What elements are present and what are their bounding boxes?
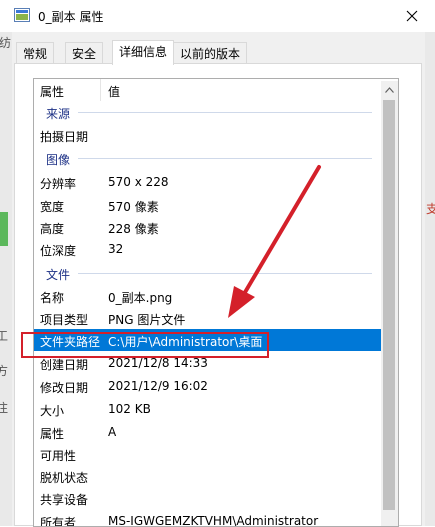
list-item[interactable]: 属性 A (34, 421, 382, 443)
property-name: 创建日期 (40, 358, 89, 372)
list-item[interactable]: 可用性 (34, 443, 382, 465)
property-value: 2021/12/8 14:33 (108, 356, 208, 370)
tab-previous-versions[interactable]: 以前的版本 (173, 42, 248, 64)
list-item[interactable]: 修改日期 2021/12/9 16:02 (34, 375, 382, 397)
property-value: 2021/12/9 16:02 (108, 379, 208, 393)
property-name: 位深度 (40, 244, 77, 258)
property-name: 共享设备 (40, 493, 89, 507)
list-item[interactable]: 拍摄日期 (34, 124, 382, 146)
property-name: 大小 (40, 404, 65, 418)
list-item[interactable]: 项目类型 PNG 图片文件 (34, 307, 382, 329)
background-window-left: 纺 工 方 注 (0, 32, 12, 526)
tab-details[interactable]: 详细信息 (112, 40, 175, 65)
window-title: 0_副本 属性 (38, 10, 104, 24)
list-item[interactable]: 位深度 32 (34, 238, 382, 260)
background-text: 纺 (0, 36, 12, 50)
background-text: 方 (0, 364, 9, 378)
list-item[interactable]: 共享设备 (34, 487, 382, 509)
column-header-name[interactable]: 属性 (40, 83, 64, 100)
property-name: 宽度 (40, 200, 65, 214)
tab-general[interactable]: 常规 (16, 42, 55, 64)
column-separator[interactable] (100, 79, 101, 101)
property-name: 属性 (40, 427, 65, 441)
property-name: 可用性 (40, 449, 77, 463)
property-value: MS-IGWGEMZKTVHM\Administrator (108, 514, 319, 527)
list-item[interactable]: 高度 228 像素 (34, 216, 382, 238)
property-value: 102 KB (108, 402, 151, 416)
group-label: 图像 (46, 153, 71, 167)
property-name: 分辨率 (40, 177, 77, 191)
group-divider (78, 158, 372, 159)
group-label: 文件 (46, 268, 71, 282)
property-value: A (108, 425, 117, 439)
property-name: 所有者 (40, 516, 77, 527)
property-name: 名称 (40, 291, 65, 305)
properties-window: 0_副本 属性 纺 工 方 注 支 常规 安全 详细信息 以前的版本 属性 值 (0, 0, 435, 527)
property-name: 高度 (40, 222, 65, 236)
background-text: 工 (0, 329, 9, 343)
property-value: 32 (108, 242, 124, 256)
property-value: 570 x 228 (108, 175, 169, 189)
list-item[interactable]: 所有者 MS-IGWGEMZKTVHM\Administrator (34, 510, 382, 527)
group-source[interactable]: 来源 (34, 101, 382, 123)
property-name: 脱机状态 (40, 471, 89, 485)
list-item[interactable]: 脱机状态 (34, 465, 382, 487)
close-icon (406, 10, 418, 22)
tab-security[interactable]: 安全 (65, 42, 104, 64)
highlight-box (21, 332, 269, 358)
background-text: 注 (0, 401, 9, 415)
column-header-value[interactable]: 值 (108, 83, 120, 100)
background-green-block (0, 212, 8, 246)
list-item[interactable]: 大小 102 KB (34, 398, 382, 420)
list-item[interactable]: 宽度 570 像素 (34, 194, 382, 216)
property-value: 0_副本.png (108, 291, 173, 305)
file-icon (14, 8, 30, 22)
scroll-thumb[interactable] (383, 100, 395, 510)
title-bar: 0_副本 属性 (0, 0, 435, 32)
group-file[interactable]: 文件 (34, 262, 382, 284)
property-name: 拍摄日期 (40, 130, 89, 144)
close-button[interactable] (389, 0, 435, 32)
group-label: 来源 (46, 107, 71, 121)
group-divider (78, 273, 372, 274)
chevron-up-icon (385, 86, 394, 93)
group-divider (78, 112, 372, 113)
property-value: 570 像素 (108, 200, 159, 214)
property-name: 项目类型 (40, 313, 89, 327)
background-window-right: 支 (425, 32, 435, 526)
property-name: 修改日期 (40, 381, 89, 395)
property-list[interactable]: 属性 值 来源 拍摄日期 图像 分辨率 570 x 228 宽度 570 像素 … (33, 78, 399, 527)
list-item[interactable]: 名称 0_副本.png (34, 285, 382, 307)
group-image[interactable]: 图像 (34, 147, 382, 169)
property-value: 228 像素 (108, 222, 159, 236)
vertical-scrollbar[interactable] (381, 81, 398, 526)
list-header: 属性 值 (34, 79, 382, 101)
details-panel: 属性 值 来源 拍摄日期 图像 分辨率 570 x 228 宽度 570 像素 … (14, 63, 422, 527)
tab-strip: 常规 安全 详细信息 以前的版本 (14, 40, 424, 65)
property-value: PNG 图片文件 (108, 313, 186, 327)
list-item[interactable]: 分辨率 570 x 228 (34, 171, 382, 193)
scroll-up-button[interactable] (381, 81, 398, 98)
background-text: 支 (426, 202, 435, 216)
